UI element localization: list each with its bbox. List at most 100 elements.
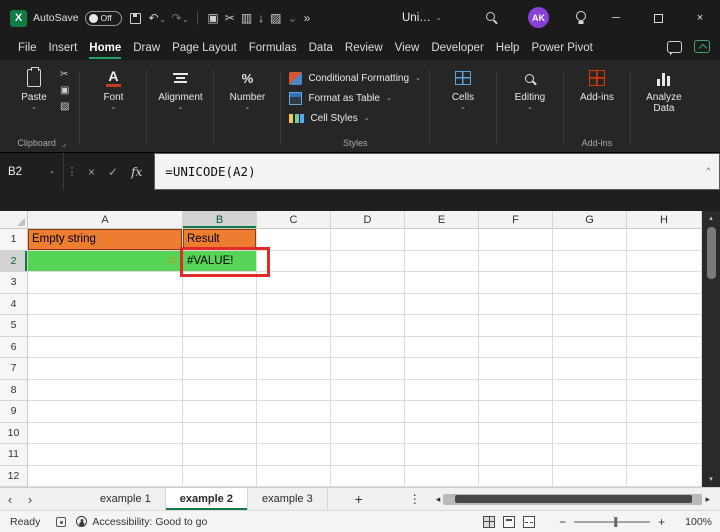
cells-button[interactable]: Cells ⌄ bbox=[438, 67, 488, 111]
col-header-F[interactable]: F bbox=[479, 211, 553, 229]
analyze-data-button[interactable]: Analyze Data bbox=[639, 67, 689, 114]
next-sheet-icon[interactable]: › bbox=[20, 488, 40, 510]
cell-A11[interactable] bbox=[28, 444, 183, 466]
tab-example-2[interactable]: example 2 bbox=[165, 488, 248, 510]
font-button[interactable]: A Font ⌄ bbox=[88, 67, 138, 111]
row-header-10[interactable]: 10 bbox=[0, 422, 28, 444]
cell-B3[interactable] bbox=[183, 272, 257, 294]
cell-F10[interactable] bbox=[479, 422, 553, 444]
avatar[interactable]: AK bbox=[528, 7, 549, 28]
col-header-D[interactable]: D bbox=[331, 211, 405, 229]
vscroll-thumb[interactable] bbox=[706, 227, 716, 279]
cell-F9[interactable] bbox=[479, 401, 553, 423]
col-header-B[interactable]: B bbox=[183, 211, 257, 229]
cell-B2[interactable]: #VALUE! bbox=[183, 250, 257, 272]
cell-H10[interactable] bbox=[627, 422, 702, 444]
cell-E7[interactable] bbox=[405, 358, 479, 380]
col-header-E[interactable]: E bbox=[405, 211, 479, 229]
cut-button[interactable]: ✂ bbox=[60, 70, 69, 80]
format-painter-icon[interactable]: ▨ bbox=[270, 12, 281, 24]
cell-C9[interactable] bbox=[257, 401, 331, 423]
name-box[interactable]: B2 ⌄ bbox=[0, 153, 64, 190]
cell-G8[interactable] bbox=[553, 379, 627, 401]
cell-G5[interactable] bbox=[553, 315, 627, 337]
cut-icon[interactable]: ✂ bbox=[225, 12, 235, 24]
sort-icon[interactable]: ↓ bbox=[258, 12, 264, 24]
cell-C1[interactable] bbox=[257, 229, 331, 251]
accessibility-status[interactable]: Accessibility: Good to go bbox=[76, 516, 207, 528]
formula-input[interactable]: =UNICODE(A2) ⌃ bbox=[154, 153, 720, 190]
cell-G1[interactable] bbox=[553, 229, 627, 251]
cell-G10[interactable] bbox=[553, 422, 627, 444]
cell-D5[interactable] bbox=[331, 315, 405, 337]
menu-file[interactable]: File bbox=[12, 36, 43, 60]
zoom-knob[interactable] bbox=[614, 516, 618, 527]
menu-review[interactable]: Review bbox=[339, 36, 389, 60]
document-title[interactable]: Uni… ⌄ bbox=[402, 0, 442, 36]
menu-view[interactable]: View bbox=[389, 36, 426, 60]
cell-B6[interactable] bbox=[183, 336, 257, 358]
zoom-percentage[interactable]: 100% bbox=[685, 516, 712, 528]
cell-B4[interactable] bbox=[183, 293, 257, 315]
cell-A12[interactable] bbox=[28, 465, 183, 487]
menu-home[interactable]: Home bbox=[83, 36, 127, 60]
page-layout-view-button[interactable] bbox=[503, 515, 516, 528]
cell-A10[interactable] bbox=[28, 422, 183, 444]
cell-styles-button[interactable]: Cell Styles ⌄ bbox=[289, 109, 420, 127]
cell-H2[interactable] bbox=[627, 250, 702, 272]
number-button[interactable]: % Number ⌄ bbox=[222, 67, 272, 112]
cell-H12[interactable] bbox=[627, 465, 702, 487]
row-header-2[interactable]: 2 bbox=[0, 250, 28, 272]
cell-A4[interactable] bbox=[28, 293, 183, 315]
cell-A8[interactable] bbox=[28, 379, 183, 401]
name-box-resize-handle[interactable]: ⋮ bbox=[64, 153, 80, 190]
cell-B7[interactable] bbox=[183, 358, 257, 380]
cell-E1[interactable] bbox=[405, 229, 479, 251]
col-header-C[interactable]: C bbox=[257, 211, 331, 229]
tab-example-3[interactable]: example 3 bbox=[248, 488, 328, 510]
prev-sheet-icon[interactable]: ‹ bbox=[0, 488, 20, 510]
conditional-formatting-button[interactable]: Conditional Formatting ⌄ bbox=[289, 69, 421, 87]
cell-F6[interactable] bbox=[479, 336, 553, 358]
chevron-down-icon[interactable]: ⌄ bbox=[288, 12, 298, 24]
menu-formulas[interactable]: Formulas bbox=[243, 36, 303, 60]
cell-D3[interactable] bbox=[331, 272, 405, 294]
cell-C12[interactable] bbox=[257, 465, 331, 487]
scroll-left-icon[interactable]: ◂ bbox=[436, 494, 441, 504]
save-icon[interactable] bbox=[129, 12, 141, 24]
cell-D12[interactable] bbox=[331, 465, 405, 487]
cell-H8[interactable] bbox=[627, 379, 702, 401]
more-commands-icon[interactable]: » bbox=[304, 12, 311, 24]
cell-C5[interactable] bbox=[257, 315, 331, 337]
cell-F11[interactable] bbox=[479, 444, 553, 466]
cell-F3[interactable] bbox=[479, 272, 553, 294]
format-as-table-button[interactable]: Format as Table ⌄ bbox=[289, 89, 420, 107]
new-sheet-button[interactable]: + bbox=[342, 488, 376, 510]
cell-B9[interactable] bbox=[183, 401, 257, 423]
cell-E4[interactable] bbox=[405, 293, 479, 315]
cell-C7[interactable] bbox=[257, 358, 331, 380]
cell-D1[interactable] bbox=[331, 229, 405, 251]
cell-H5[interactable] bbox=[627, 315, 702, 337]
cell-E9[interactable] bbox=[405, 401, 479, 423]
row-header-3[interactable]: 3 bbox=[0, 272, 28, 294]
cell-C4[interactable] bbox=[257, 293, 331, 315]
cell-G12[interactable] bbox=[553, 465, 627, 487]
cell-H11[interactable] bbox=[627, 444, 702, 466]
zoom-slider[interactable] bbox=[574, 516, 651, 527]
cell-H3[interactable] bbox=[627, 272, 702, 294]
zoom-in-button[interactable]: + bbox=[658, 515, 665, 529]
cell-A9[interactable] bbox=[28, 401, 183, 423]
scroll-up-icon[interactable]: ▴ bbox=[709, 211, 713, 224]
cell-D6[interactable] bbox=[331, 336, 405, 358]
cell-B8[interactable] bbox=[183, 379, 257, 401]
menu-data[interactable]: Data bbox=[303, 36, 339, 60]
cell-G11[interactable] bbox=[553, 444, 627, 466]
menu-draw[interactable]: Draw bbox=[127, 36, 166, 60]
cell-C11[interactable] bbox=[257, 444, 331, 466]
copy-icon[interactable]: ▣ bbox=[207, 12, 218, 24]
row-header-4[interactable]: 4 bbox=[0, 293, 28, 315]
autosave-toggle[interactable]: Off bbox=[84, 10, 122, 26]
col-header-H[interactable]: H bbox=[627, 211, 702, 229]
alignment-button[interactable]: Alignment ⌄ bbox=[155, 67, 205, 111]
